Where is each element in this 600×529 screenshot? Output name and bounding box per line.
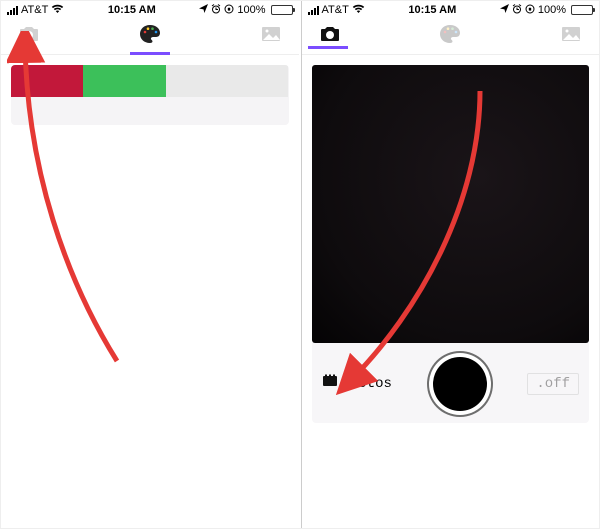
alarm-icon: [512, 4, 522, 17]
phone-right: AT&T 10:15 AM 100%: [301, 1, 600, 528]
battery-icon: [271, 5, 293, 15]
picture-icon: [261, 26, 281, 47]
status-bar: AT&T 10:15 AM 100%: [302, 1, 600, 19]
phone-left: AT&T 10:15 AM 100%: [1, 1, 299, 528]
tab-camera[interactable]: [15, 25, 43, 48]
picture-icon: [561, 26, 581, 47]
palette-icon: [139, 24, 161, 49]
palette-icon: [439, 24, 461, 49]
photos-label: Photos: [342, 376, 392, 392]
swatch-1: [11, 65, 83, 97]
tab-palette[interactable]: [344, 24, 558, 49]
orientation-lock-icon: [224, 4, 234, 17]
status-time: 10:15 AM: [365, 4, 500, 16]
battery-pct: 100%: [538, 4, 566, 16]
camera-icon: [18, 25, 40, 48]
photos-button[interactable]: Photos: [322, 374, 392, 393]
top-toolbar: [1, 19, 299, 55]
shutter-button[interactable]: [433, 357, 487, 411]
camera-card: Photos .off: [312, 65, 590, 423]
tab-picture[interactable]: [557, 26, 585, 47]
wifi-icon: [352, 4, 365, 17]
alarm-icon: [211, 4, 221, 17]
palette-card[interactable]: [11, 65, 289, 125]
active-tab-underline: [308, 46, 348, 49]
top-toolbar: [302, 19, 600, 55]
battery-pct: 100%: [237, 4, 265, 16]
status-bar: AT&T 10:15 AM 100%: [1, 1, 299, 19]
tab-palette[interactable]: [43, 24, 257, 49]
swatch-2: [83, 65, 166, 97]
location-icon: [500, 4, 509, 16]
camera-viewfinder[interactable]: [312, 65, 590, 343]
tab-camera[interactable]: [316, 25, 344, 48]
tab-picture[interactable]: [257, 26, 285, 47]
battery-icon: [571, 5, 593, 15]
off-label: .off: [536, 376, 570, 392]
flash-off-button[interactable]: .off: [527, 373, 579, 395]
location-icon: [199, 4, 208, 16]
camera-icon: [319, 25, 341, 48]
carrier-label: AT&T: [21, 4, 48, 16]
status-time: 10:15 AM: [64, 4, 199, 16]
carrier-label: AT&T: [322, 4, 349, 16]
signal-icon: [7, 6, 18, 15]
orientation-lock-icon: [525, 4, 535, 17]
wifi-icon: [51, 4, 64, 17]
swatch-3: [166, 65, 288, 97]
signal-icon: [308, 6, 319, 15]
film-roll-icon: [322, 374, 338, 393]
active-tab-underline: [130, 52, 170, 55]
